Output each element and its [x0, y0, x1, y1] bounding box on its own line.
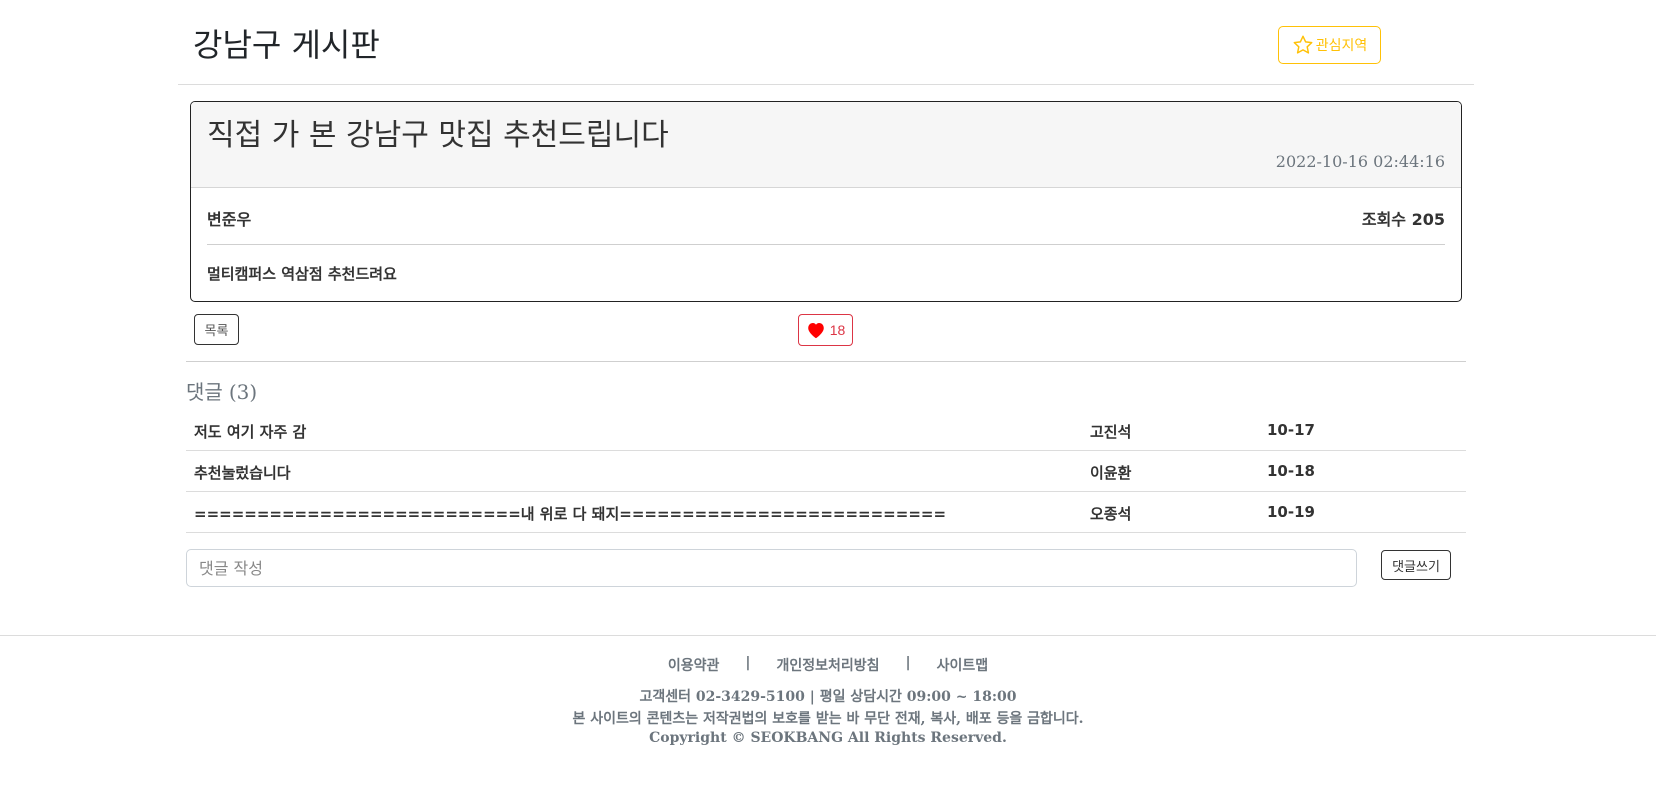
footer-contact: 고객센터 02-3429-5100 | 평일 상담시간 09:00 ~ 18:0… — [639, 689, 1017, 705]
comment-submit-button[interactable]: 댓글쓰기 — [1381, 550, 1451, 580]
footer-links: 이용약관 | 개인정보처리방침 | 사이트맵 — [0, 655, 1656, 675]
footer-separator: | — [905, 655, 911, 671]
footer-copyright: Copyright © SEOKBANG All Rights Reserved… — [649, 730, 1007, 746]
comment-input[interactable] — [186, 549, 1357, 587]
footer-link-sitemap[interactable]: 사이트맵 — [937, 655, 989, 675]
footer-notice: 본 사이트의 콘텐츠는 저작권법의 보호를 받는 바 무단 전재, 복사, 배포… — [572, 711, 1084, 727]
comment-row: 저도 여기 자주 감 고진석 10-17 — [186, 410, 1466, 451]
like-button[interactable]: 18 — [798, 314, 853, 346]
comment-text: 추천눌렀습니다 — [194, 464, 291, 482]
comment-author: 오종석 — [1090, 505, 1132, 523]
like-count: 18 — [829, 322, 846, 338]
post-content: 멀티캠퍼스 역삼점 추천드려요 — [207, 265, 397, 283]
footer-link-terms[interactable]: 이용약관 — [668, 655, 720, 675]
comment-row: ==========================내 위로 다 돼지=====… — [186, 492, 1466, 533]
comment-date: 10-18 — [1267, 462, 1315, 480]
post-card: 직접 가 본 강남구 맛집 추천드립니다 2022-10-16 02:44:16… — [190, 101, 1462, 302]
post-title: 직접 가 본 강남구 맛집 추천드립니다 — [207, 118, 669, 153]
favorite-region-label: 관심지역 — [1315, 37, 1368, 53]
comment-text: ==========================내 위로 다 돼지=====… — [194, 505, 947, 523]
footer-separator: | — [745, 655, 751, 671]
comment-date: 10-19 — [1267, 503, 1315, 521]
comment-author: 이윤환 — [1090, 464, 1132, 482]
list-button[interactable]: 목록 — [194, 314, 239, 345]
page-footer: 이용약관 | 개인정보처리방침 | 사이트맵 고객센터 02-3429-5100… — [0, 635, 1656, 792]
heart-icon — [807, 323, 824, 339]
favorite-region-button[interactable]: 관심지역 — [1278, 26, 1381, 64]
comment-text: 저도 여기 자주 감 — [194, 423, 307, 441]
post-body: 변준우 조회수 205 멀티캠퍼스 역삼점 추천드려요 — [191, 188, 1461, 301]
star-icon — [1293, 35, 1313, 54]
page-header: 강남구 게시판 관심지역 — [178, 0, 1474, 85]
comments-heading: 댓글 (3) — [186, 376, 257, 405]
section-divider — [186, 361, 1466, 362]
post-date: 2022-10-16 02:44:16 — [1275, 152, 1445, 171]
comment-list: 저도 여기 자주 감 고진석 10-17 추천눌렀습니다 이윤환 10-18 =… — [186, 410, 1466, 533]
footer-link-privacy[interactable]: 개인정보처리방침 — [776, 655, 879, 675]
comments-label: 댓글 — [186, 380, 223, 404]
post-author: 변준우 — [207, 210, 252, 229]
comment-author: 고진석 — [1090, 423, 1132, 441]
comment-date: 10-17 — [1267, 421, 1315, 439]
post-divider — [207, 244, 1445, 245]
post-header: 직접 가 본 강남구 맛집 추천드립니다 2022-10-16 02:44:16 — [191, 102, 1461, 188]
comment-row: 추천눌렀습니다 이윤환 10-18 — [186, 451, 1466, 492]
post-view-count: 조회수 205 — [1361, 210, 1445, 229]
comments-count: (3) — [228, 380, 258, 404]
board-title: 강남구 게시판 — [193, 26, 380, 64]
